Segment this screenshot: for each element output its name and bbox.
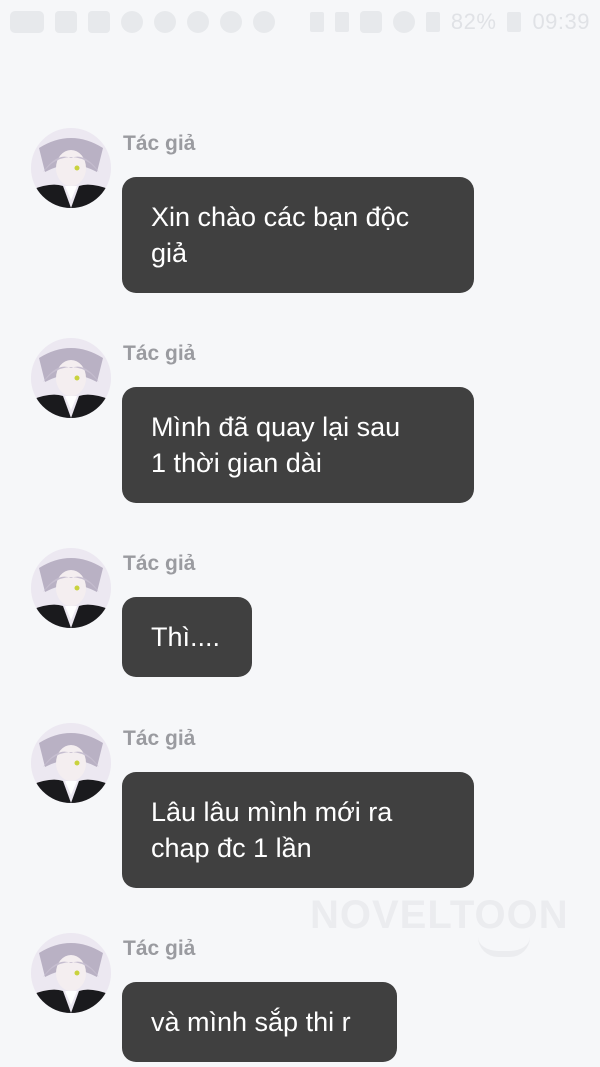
signal-icon (425, 12, 440, 32)
pinterest-icon (121, 11, 143, 33)
wifi-icon (392, 11, 415, 33)
system-status: 82% 09:39 (309, 9, 590, 35)
message-icon (88, 11, 110, 33)
avatar[interactable] (31, 338, 111, 418)
clock: 09:39 (532, 9, 590, 34)
battery-icon (507, 12, 522, 32)
battery-percent: 82% (450, 9, 497, 34)
alarm-icon (359, 11, 382, 33)
watermark-text: NOVELTOON (310, 893, 569, 937)
sender-name: Tác giả (123, 552, 196, 575)
face-icon (154, 11, 176, 33)
avatar[interactable] (31, 723, 111, 803)
image-icon (55, 11, 77, 33)
message-bubble[interactable]: và mình sắp thi r (122, 982, 397, 1062)
noveltoon-watermark: NOVELTOON (310, 893, 570, 963)
sender-name: Tác giả (123, 937, 196, 960)
message-bubble[interactable]: Mình đã quay lại sau 1 thời gian dài (122, 387, 474, 503)
mute-icon (334, 12, 349, 32)
smile-icon (478, 937, 530, 957)
status-bar: 82% 09:39 (0, 0, 600, 44)
message-bubble[interactable]: Xin chào các bạn độc giả (122, 177, 474, 293)
message-bubble[interactable]: Lâu lâu mình mới ra chap đc 1 lần (122, 772, 474, 888)
face-icon (253, 11, 275, 33)
nfc-icon (309, 12, 324, 32)
sender-name: Tác giả (123, 132, 196, 155)
sender-name: Tác giả (123, 727, 196, 750)
chat-icon (10, 11, 44, 33)
face-icon (187, 11, 209, 33)
message-bubble[interactable]: Thì.... (122, 597, 252, 677)
avatar[interactable] (31, 128, 111, 208)
notification-icons (10, 11, 275, 33)
avatar[interactable] (31, 548, 111, 628)
sender-name: Tác giả (123, 342, 196, 365)
face-icon (220, 11, 242, 33)
avatar[interactable] (31, 933, 111, 1013)
